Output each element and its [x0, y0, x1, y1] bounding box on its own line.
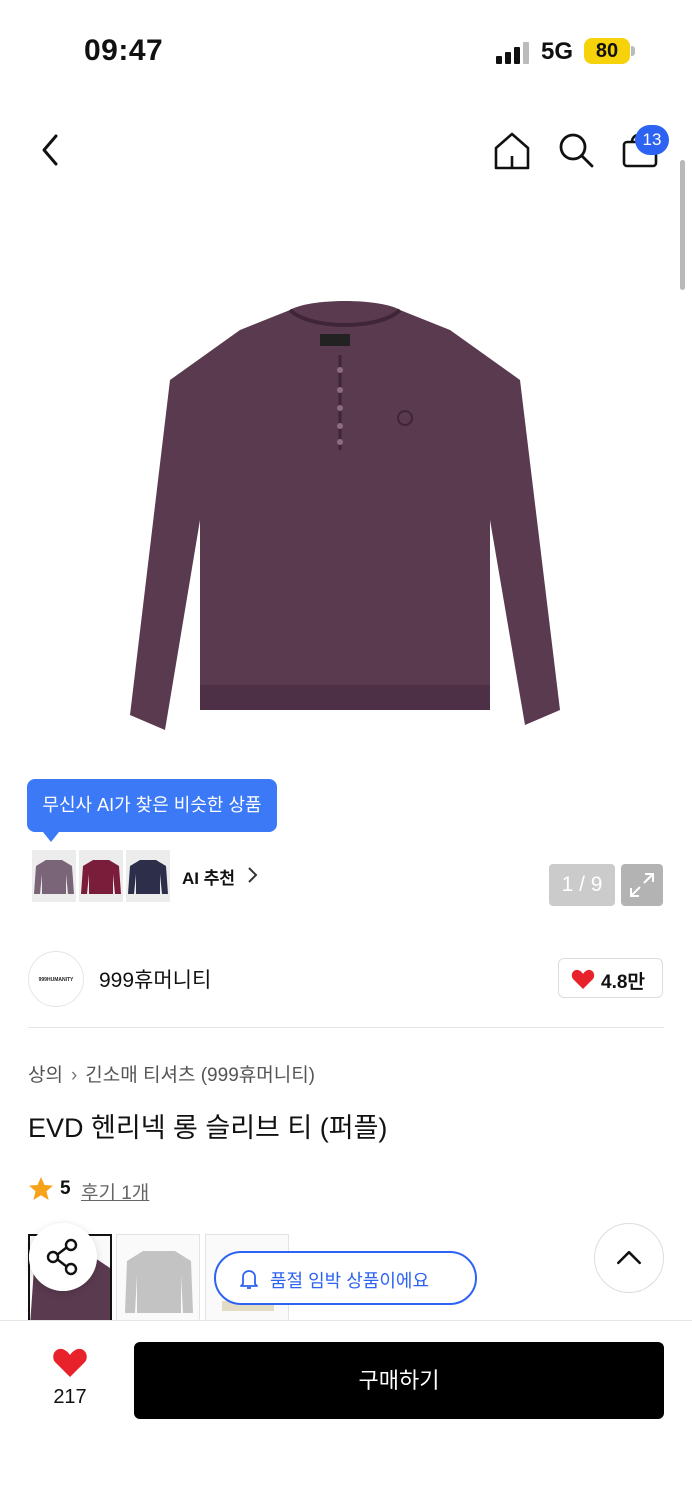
bell-icon [240, 1270, 258, 1289]
star-icon [29, 1177, 53, 1200]
brand-logo[interactable]: 999HUMANITY [28, 951, 84, 1007]
brand-name[interactable]: 999휴머니티 [99, 964, 211, 994]
product-title: EVD 헨리넥 롱 슬리브 티 (퍼플) [28, 1113, 388, 1143]
chevron-right-icon [248, 867, 258, 883]
search-icon[interactable] [554, 128, 598, 172]
product-image[interactable] [120, 290, 570, 740]
wishlist-count: 217 [53, 1386, 87, 1408]
home-icon[interactable] [490, 128, 534, 172]
status-bar: 09:47 5G 80 [0, 0, 692, 100]
signal-icon [496, 42, 529, 64]
ai-thumb-1[interactable] [32, 850, 76, 902]
ai-recommend-tooltip: 무신사 AI가 찾은 비슷한 상품 [27, 779, 277, 842]
heart-icon [571, 969, 595, 989]
expand-icon[interactable] [621, 864, 663, 906]
divider [28, 1027, 664, 1028]
ai-thumb-2[interactable] [79, 850, 123, 902]
ai-thumb-3[interactable] [126, 850, 170, 902]
image-pager: 1 / 9 [549, 864, 615, 906]
breadcrumb-category[interactable]: 상의 [28, 1065, 63, 1086]
soldout-text: 품절 임박 상품이에요 [270, 1271, 430, 1291]
soldout-notice: 품절 임박 상품이에요 [214, 1251, 477, 1305]
color-option-grey[interactable] [116, 1234, 200, 1324]
breadcrumb: 상의 › 긴소매 티셔츠 (999휴머니티) [28, 1060, 315, 1087]
ai-recommend-card[interactable]: AI 추천 [28, 846, 266, 906]
brand-like-count: 4.8만 [601, 972, 645, 993]
battery-icon: 80 [584, 38, 630, 64]
scrollbar[interactable] [680, 160, 685, 290]
ai-recommend-label[interactable]: AI 추천 [182, 864, 235, 889]
rating-value: 5 [60, 1178, 71, 1199]
scroll-top-button[interactable] [594, 1223, 664, 1293]
chevron-right-icon: › [70, 1065, 78, 1086]
share-button[interactable] [29, 1223, 97, 1291]
back-arrow-icon[interactable] [30, 128, 74, 172]
cart-count-badge: 13 [635, 125, 669, 155]
review-link[interactable]: 후기 1개 [81, 1178, 149, 1205]
battery-tip [631, 46, 635, 56]
status-time: 09:47 [84, 34, 164, 67]
network-type: 5G [541, 38, 574, 65]
brand-like-button[interactable]: 4.8만 [558, 958, 663, 998]
swatch-image [125, 1251, 193, 1313]
wishlist-heart-icon[interactable] [52, 1346, 88, 1378]
breadcrumb-subcategory[interactable]: 긴소매 티셔츠 (999휴머니티) [85, 1065, 315, 1086]
buy-button[interactable]: 구매하기 [134, 1342, 664, 1419]
